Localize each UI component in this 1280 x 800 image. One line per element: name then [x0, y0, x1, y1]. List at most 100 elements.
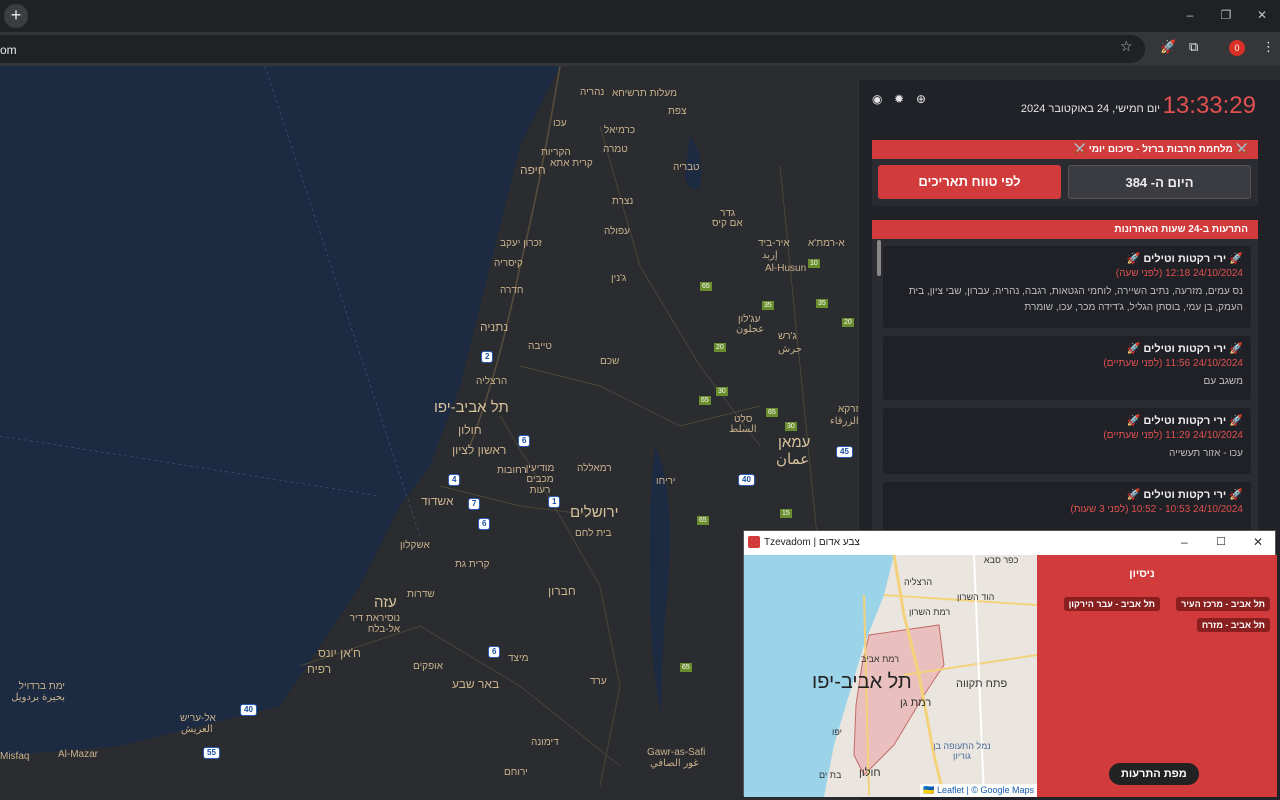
github-icon[interactable]: ◉: [872, 92, 882, 106]
daily-summary-card: ⚔️ מלחמת חרבות ברזל - סיכום יומי ⚔️ היום…: [872, 140, 1258, 206]
map-attribution[interactable]: 🇺🇦 Leaflet | © Google Maps: [920, 784, 1037, 797]
road-shield: 6: [478, 518, 491, 530]
road-shield: 65: [699, 396, 711, 405]
map-label: הקריות: [541, 147, 571, 158]
address-bar: om ☆ 🚀 ⧉ 0 ⋮: [0, 32, 1280, 66]
new-tab-button[interactable]: +: [4, 4, 28, 28]
alert-item[interactable]: 🚀 ירי רקטות וטילים 🚀 24/10/2024 11:56 (ל…: [883, 336, 1251, 400]
more-menu-icon[interactable]: ⋮: [1262, 39, 1275, 55]
globe-icon[interactable]: ⊕: [916, 92, 926, 106]
map-label: חיפה: [520, 163, 546, 177]
bookmark-star-icon[interactable]: ☆: [1120, 38, 1133, 55]
road-shield: 30: [785, 422, 797, 431]
day-count-button[interactable]: היום ה- 384: [1068, 165, 1251, 199]
map-label: מיצד: [508, 653, 529, 664]
map-label: אם קיס: [712, 218, 743, 229]
popup-minimize-button[interactable]: –: [1181, 535, 1188, 549]
map-label: ירוחם: [504, 767, 528, 778]
gear-icon[interactable]: ✹: [894, 92, 904, 106]
map-label: זכרון יעקב: [500, 238, 542, 249]
map-label: جرش: [778, 344, 802, 355]
map-label: מודיעין מכבים רעות: [525, 463, 555, 496]
map-label: العريش: [181, 724, 213, 735]
date-range-button[interactable]: לפי טווח תאריכים: [878, 165, 1061, 199]
road-shield: 65: [680, 663, 692, 672]
map-label: רמאללה: [577, 463, 612, 474]
alert-time: 24/10/2024 10:53 - 10:52 (לפני 3 שעות): [1070, 504, 1243, 515]
alert-item[interactable]: 🚀 ירי רקטות וטילים 🚀 24/10/2024 11:29 (ל…: [883, 408, 1251, 474]
map-label: קיסריה: [494, 258, 523, 269]
road-shield: 1: [548, 496, 561, 508]
popup-map-label: בת ים: [819, 770, 842, 780]
map-label: الزرقاء: [830, 416, 859, 427]
profile-badge[interactable]: 0: [1229, 40, 1245, 56]
extensions-puzzle-icon[interactable]: ⧉: [1189, 39, 1198, 55]
road-shield: 35: [816, 299, 828, 308]
alert-title: 🚀 ירי רקטות וטילים 🚀: [1126, 489, 1243, 501]
road-shield: 40: [240, 704, 257, 716]
popup-close-button[interactable]: ✕: [1253, 535, 1263, 549]
url-text[interactable]: om: [0, 43, 17, 57]
restore-button[interactable]: ❐: [1208, 0, 1244, 32]
minimize-button[interactable]: –: [1172, 0, 1208, 32]
map-label: נוסיראת דיר אל-בלח: [349, 613, 400, 635]
map-label: Gawr-as-Safi: [647, 747, 706, 758]
map-label: נהריה: [580, 87, 605, 98]
alert-title: 🚀 ירי רקטות וטילים 🚀: [1126, 415, 1243, 427]
road-shield: 65: [766, 408, 778, 417]
map-label: ימת ברדויל بحيرة بردويل: [11, 681, 65, 703]
omnibox[interactable]: om: [0, 35, 1145, 63]
map-label: ירושלים: [570, 504, 619, 521]
tzevadom-extension-icon[interactable]: 🚀: [1160, 39, 1176, 55]
alert-areas: נס עמים, מזרעה, נתיב השיירה, לוחמי הגטאו…: [908, 286, 1243, 313]
popup-map[interactable]: הרצליה כפר סבא הוד השרון רמת השרון רמת א…: [744, 555, 1037, 797]
alerts-map-button[interactable]: מפת התרעות: [1109, 763, 1199, 785]
map-label: ח'אן יונס: [318, 646, 361, 660]
map-label: עפולה: [604, 226, 630, 237]
map-label: ראשון לציון: [452, 443, 507, 457]
popup-maximize-button[interactable]: ☐: [1216, 535, 1226, 548]
map-label: מעלות תרשיחא: [612, 88, 677, 99]
map-label: عمان: [776, 451, 810, 468]
alert-areas: עכו - אזור תעשייה: [1169, 448, 1243, 459]
map-label: נתניה: [480, 320, 509, 334]
road-shield: 20: [714, 343, 726, 352]
road-shield: 45: [836, 446, 853, 458]
map-label: עכו: [553, 118, 567, 129]
map-label: إربد: [762, 250, 778, 261]
popup-map-label: רמת השרון: [909, 607, 951, 617]
map-label: זרקא: [838, 404, 859, 415]
map-label: غور الصافي: [650, 758, 699, 769]
map-label: קרית גת: [455, 559, 490, 570]
close-button[interactable]: ✕: [1244, 0, 1280, 32]
popup-map-label: רמת גן: [900, 697, 932, 709]
map-label: נצרת: [612, 196, 634, 207]
popup-map-label: יפו: [832, 727, 842, 737]
map-label: טייבה: [528, 341, 552, 352]
map-label: שדרות: [407, 589, 435, 600]
map-label: רפיח: [307, 662, 332, 676]
tzevadom-popup-window: Tzevadom | צבע אדום – ☐ ✕ הרצליה כפר סבא…: [743, 530, 1277, 797]
popup-titlebar[interactable]: Tzevadom | צבע אדום – ☐ ✕: [744, 531, 1275, 555]
alert-item[interactable]: 🚀 ירי רקטות וטילים 🚀 24/10/2024 12:18 (ל…: [883, 246, 1251, 328]
alert-title: 🚀 ירי רקטות וטילים 🚀: [1126, 253, 1243, 265]
road-shield: 65: [697, 516, 709, 525]
map-label: Misfaq: [0, 751, 30, 762]
alert-time: 24/10/2024 12:18 (לפני שעה): [1115, 268, 1243, 279]
map-label: אל-עריש: [180, 713, 216, 724]
map-label: טבריה: [673, 162, 700, 173]
app-icon: [748, 536, 760, 548]
map-label: הרצליה: [476, 376, 508, 387]
road-shield: 15: [780, 509, 792, 518]
road-shield: 4: [448, 474, 461, 486]
road-shield: 6: [488, 646, 501, 658]
map-label: כרמיאל: [604, 125, 636, 136]
popup-map-label: רמת אביב: [861, 654, 900, 664]
map-label: א-רמת'א: [808, 238, 845, 249]
area-chip: תל אביב - מזרח: [1196, 618, 1270, 632]
popup-map-label: חולון: [859, 767, 881, 779]
map-label: צפת: [668, 106, 687, 117]
scrollbar[interactable]: [877, 240, 881, 276]
road-shield: 20: [842, 318, 854, 327]
panel-title: ניסיון: [1129, 568, 1155, 580]
